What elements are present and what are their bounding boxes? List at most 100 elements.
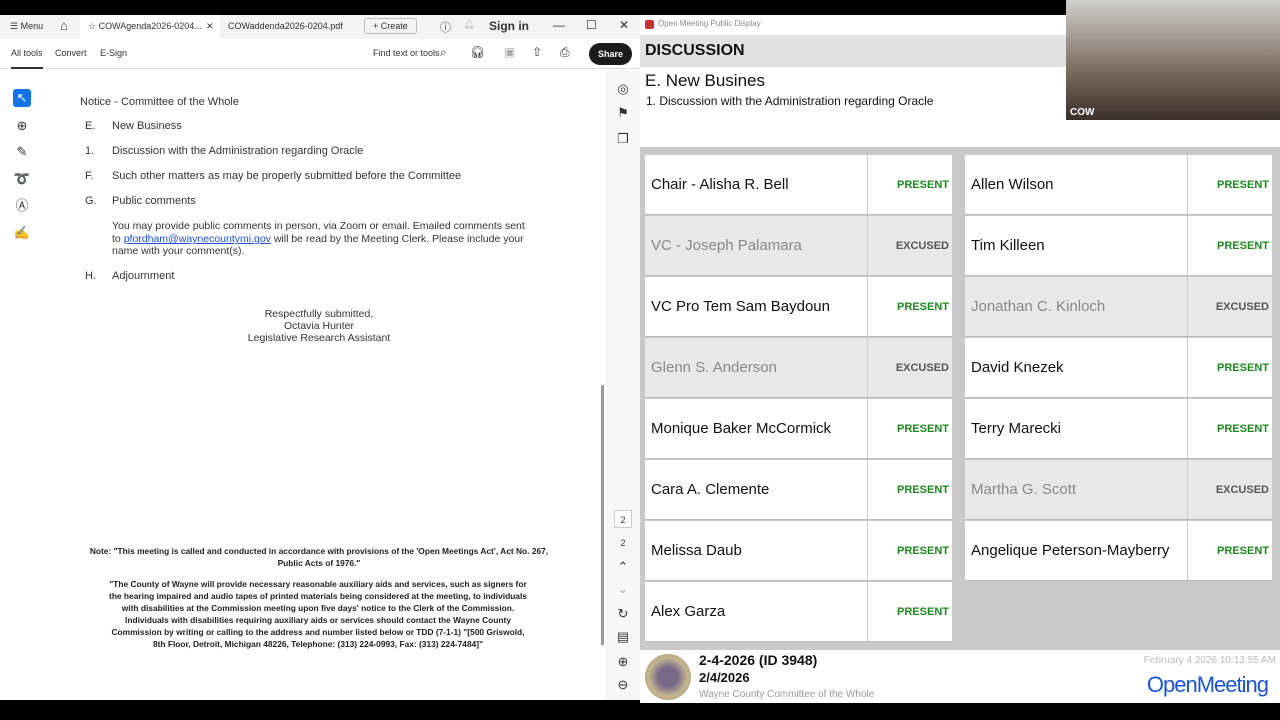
signature-line: Octavia Hunter (283, 320, 355, 332)
signature-line: Respectfully submitted, (264, 308, 374, 320)
current-page-input[interactable]: 2 (614, 510, 632, 528)
member-row: David Knezek PRESENT (965, 338, 1272, 398)
tab-label: COWAgenda2026-0204... (98, 21, 202, 31)
member-name: Martha G. Scott (965, 460, 1188, 519)
all-tools-tab[interactable]: All tools (11, 48, 43, 69)
item-text: Public comments (112, 195, 196, 207)
member-name: Glenn S. Anderson (645, 338, 868, 397)
item-text: Adjournment (112, 270, 175, 282)
text: will be read by the Meeting Clerk. Pleas… (270, 233, 524, 245)
comment-icon[interactable]: ◎ (614, 80, 632, 98)
zoom-tool-icon[interactable]: ⊕ (13, 117, 31, 135)
member-row: Tim Killeen PRESENT (965, 216, 1272, 276)
public-comment-line2: to pfordham@waynecountymi.gov will be re… (112, 233, 524, 245)
member-status: EXCUSED (1215, 300, 1269, 313)
next-page-icon[interactable]: ⌄ (614, 580, 632, 598)
item-text: New Business (112, 120, 182, 132)
read-aloud-icon[interactable]: 🎧︎ (470, 45, 485, 59)
esign-tab[interactable]: E-Sign (100, 48, 127, 58)
tab-bar: ☰ Menu ⌂ ☆ COWAgenda2026-0204... ✕ COWad… (0, 15, 640, 39)
pen-tool-icon[interactable]: ✎ (13, 143, 31, 161)
member-name: VC Pro Tem Sam Baydoun (645, 277, 868, 336)
display-footer: 2-4-2026 (ID 3948) 2/4/2026 Wayne County… (640, 650, 1280, 703)
left-tool-rail: ↖ ⊕ ✎ ➰ Ⓐ ✍ (8, 85, 38, 700)
member-row: Alex Garza PRESENT (645, 582, 952, 642)
zoom-out-icon[interactable]: ⊖ (614, 676, 632, 694)
ada-notice: "The County of Wayne will provide necess… (109, 579, 527, 649)
section-header: DISCUSSION (640, 35, 1066, 67)
scrollbar[interactable] (601, 385, 604, 645)
close-tab-icon[interactable]: ✕ (206, 21, 214, 32)
meeting-date: 2/4/2026 (699, 670, 750, 685)
member-row: VC Pro Tem Sam Baydoun PRESENT (645, 277, 952, 337)
tab-cowaddenda[interactable]: COWaddenda2026-0204.pdf (228, 21, 343, 31)
member-status: PRESENT (1217, 239, 1269, 252)
member-row: Monique Baker McCormick PRESENT (645, 399, 952, 459)
item-letter: G. (85, 195, 97, 207)
stamp-tool-icon[interactable]: ✍ (13, 224, 31, 242)
member-name: VC - Joseph Palamara (645, 216, 868, 275)
page-fit-icon[interactable]: ▤ (614, 628, 632, 646)
convert-tab[interactable]: Convert (55, 48, 87, 58)
member-status: PRESENT (1217, 422, 1269, 435)
member-status: PRESENT (897, 605, 949, 618)
text: to (112, 233, 124, 245)
member-row: Angelique Peterson-Mayberry PRESENT (965, 521, 1272, 581)
video-feed: COW (1066, 0, 1280, 120)
share-button[interactable]: Share (589, 43, 632, 65)
member-status: PRESENT (897, 422, 949, 435)
rotate-icon[interactable]: ↻ (614, 605, 632, 623)
print-icon[interactable]: ⎙ (560, 45, 570, 60)
member-status: EXCUSED (1215, 483, 1269, 496)
minimize-button[interactable]: — (553, 18, 565, 32)
lasso-tool-icon[interactable]: ➰ (13, 170, 31, 188)
bell-icon[interactable]: 🔔︎ (463, 19, 474, 30)
app-icon (645, 20, 654, 29)
county-seal (645, 654, 691, 700)
text-tool-icon[interactable]: Ⓐ (13, 197, 31, 215)
member-status: EXCUSED (895, 361, 949, 374)
item-text: Such other matters as may be properly su… (112, 170, 462, 182)
pages-icon[interactable]: ❐ (614, 130, 632, 148)
open-meetings-note: Note: "This meeting is called and conduc… (89, 546, 549, 568)
member-name: Monique Baker McCormick (645, 399, 868, 458)
agenda-item: 1. Discussion with the Administration re… (646, 94, 934, 108)
sign-in-button[interactable]: Sign in (489, 19, 529, 33)
member-row: Glenn S. Anderson EXCUSED (645, 338, 952, 398)
menu-label: Menu (20, 21, 44, 31)
member-name: Angelique Peterson-Mayberry (965, 521, 1188, 580)
tab-cowagenda[interactable]: ☆ COWAgenda2026-0204... (80, 15, 220, 39)
home-icon[interactable]: ⌂ (60, 18, 68, 33)
select-tool-icon[interactable]: ↖ (13, 89, 31, 107)
public-comment-text: name with your comment(s). (112, 245, 245, 257)
item-text: Discussion with the Administration regar… (112, 145, 364, 157)
meeting-id: 2-4-2026 (ID 3948) (699, 652, 818, 668)
email-link[interactable]: pfordham@waynecountymi.gov (124, 233, 271, 245)
bookmark-icon[interactable]: ⚑ (614, 104, 632, 122)
right-rail: ◎ ⚑ ❐ 2 2 ⌃ ⌄ ↻ ▤ ⊕ ⊖ (606, 70, 640, 700)
item-letter: E. (85, 120, 96, 132)
member-name: Allen Wilson (965, 155, 1188, 214)
save-icon[interactable]: ▣ (504, 45, 515, 59)
member-row: Cara A. Clemente PRESENT (645, 460, 952, 520)
total-pages: 2 (620, 538, 626, 548)
menu-button[interactable]: ☰ Menu (10, 21, 43, 32)
upload-icon[interactable]: ⇧ (532, 45, 542, 59)
find-text-button[interactable]: Find text or tools (373, 48, 440, 58)
create-label: Create (380, 21, 408, 31)
prev-page-icon[interactable]: ⌃ (614, 558, 632, 576)
close-window-button[interactable]: ✕ (619, 18, 629, 32)
member-row: Allen Wilson PRESENT (965, 155, 1272, 215)
create-button[interactable]: + Create (364, 18, 417, 34)
help-icon[interactable]: ⓘ (440, 19, 451, 35)
zoom-in-icon[interactable]: ⊕ (614, 653, 632, 671)
search-icon[interactable]: ⌕ (440, 45, 447, 60)
maximize-button[interactable]: ☐ (586, 18, 597, 32)
item-letter: 1. (85, 145, 95, 157)
public-comment-text: You may provide public comments in perso… (112, 220, 525, 232)
doc-notice-title: Notice - Committee of the Whole (80, 96, 239, 108)
member-status: PRESENT (897, 178, 949, 191)
member-name: Tim Killeen (965, 216, 1188, 275)
toolbar: All tools Convert E-Sign Find text or to… (0, 39, 640, 69)
member-name: Chair - Alisha R. Bell (645, 155, 868, 214)
